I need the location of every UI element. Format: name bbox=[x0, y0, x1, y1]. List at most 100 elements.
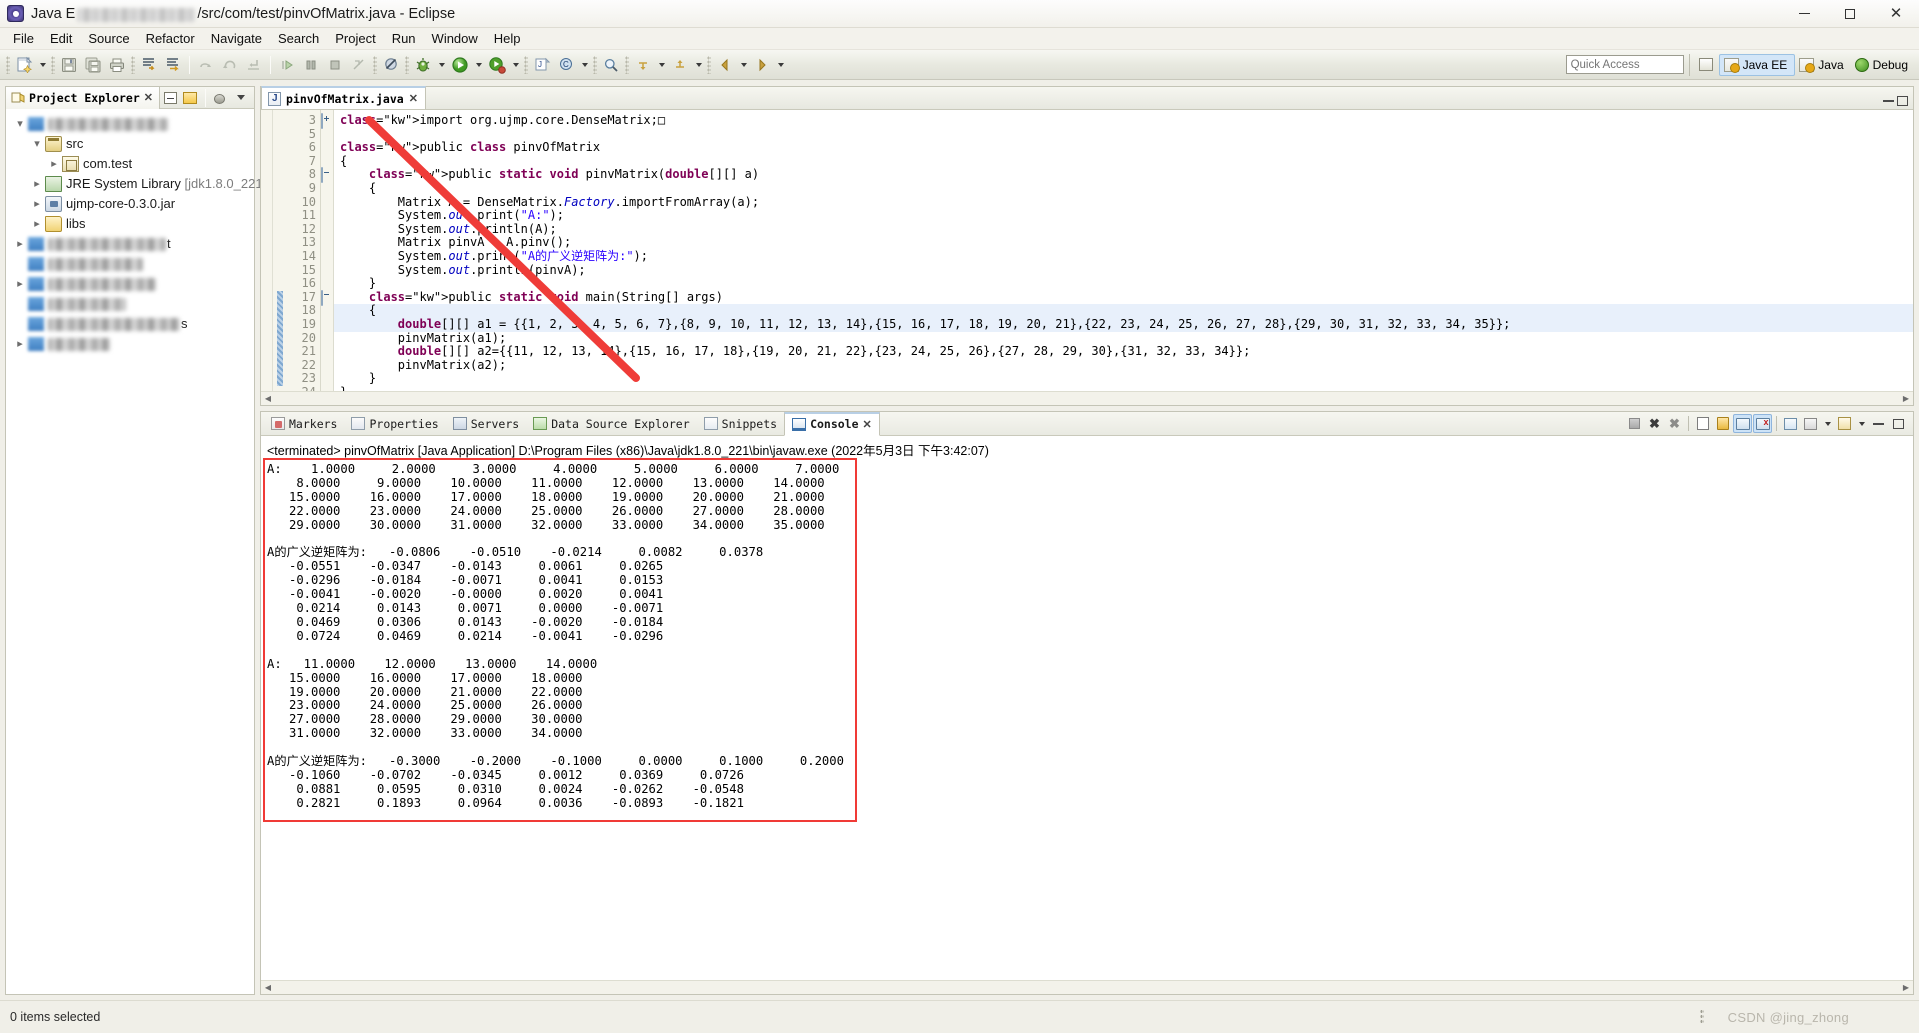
clear-console-button[interactable] bbox=[1693, 414, 1712, 433]
close-icon[interactable]: ✕ bbox=[144, 91, 153, 104]
build-project-button[interactable] bbox=[161, 53, 185, 77]
menu-project[interactable]: Project bbox=[327, 29, 383, 48]
tree-item-src[interactable]: src bbox=[6, 134, 254, 154]
tab-data-source-explorer[interactable]: Data Source Explorer bbox=[526, 412, 696, 436]
folding-ruler[interactable] bbox=[321, 110, 334, 400]
tab-snippets[interactable]: Snippets bbox=[697, 412, 784, 436]
step-return-button[interactable] bbox=[218, 53, 242, 77]
suspend-button[interactable] bbox=[299, 53, 323, 77]
view-menu-button[interactable] bbox=[212, 89, 230, 107]
fold-slot[interactable] bbox=[321, 113, 333, 129]
close-icon[interactable]: ✕ bbox=[863, 418, 872, 431]
view-dropdown-button[interactable] bbox=[232, 89, 250, 107]
step-into-button[interactable] bbox=[242, 53, 266, 77]
menu-refactor[interactable]: Refactor bbox=[138, 29, 203, 48]
new-wizard-dropdown[interactable] bbox=[36, 53, 49, 77]
console-hscrollbar[interactable]: ◀ ▶ bbox=[261, 980, 1913, 994]
code-line[interactable]: double[][] a2={{11, 12, 13, 14},{15, 16,… bbox=[334, 344, 1913, 359]
code-line[interactable]: class="kw">import org.ujmp.core.DenseMat… bbox=[334, 113, 1913, 128]
chevron-right-icon[interactable] bbox=[12, 234, 28, 254]
scroll-right-icon[interactable]: ▶ bbox=[1899, 392, 1913, 405]
maximize-button[interactable] bbox=[1827, 0, 1873, 28]
console-output-area[interactable]: <terminated> pinvOfMatrix [Java Applicat… bbox=[261, 436, 1913, 994]
fold-slot[interactable] bbox=[321, 289, 333, 306]
chevron-right-icon[interactable] bbox=[29, 194, 45, 214]
open-console-button[interactable] bbox=[1835, 414, 1854, 433]
tab-project-explorer[interactable]: Project Explorer ✕ bbox=[6, 86, 160, 109]
new-class-dropdown[interactable] bbox=[578, 53, 591, 77]
scroll-left-icon[interactable]: ◀ bbox=[261, 392, 275, 405]
code-line[interactable]: System.out.print("A:"); bbox=[334, 208, 1913, 223]
new-java-project-button[interactable]: J bbox=[530, 53, 554, 77]
chevron-right-icon[interactable] bbox=[12, 334, 28, 354]
collapse-fold-icon[interactable] bbox=[321, 167, 323, 184]
tree-item-redacted-8[interactable] bbox=[6, 274, 254, 294]
show-console-on-error-button[interactable] bbox=[1753, 414, 1772, 433]
tree-item-redacted-7[interactable] bbox=[6, 254, 254, 274]
code-line[interactable]: } bbox=[334, 372, 1913, 386]
tab-markers[interactable]: Markers bbox=[264, 412, 344, 436]
code-line[interactable]: System.out.println(pinvA); bbox=[334, 263, 1913, 278]
collapse-fold-icon[interactable] bbox=[321, 289, 323, 306]
resume-button[interactable] bbox=[275, 53, 299, 77]
quick-access-input[interactable] bbox=[1565, 55, 1684, 74]
menu-run[interactable]: Run bbox=[384, 29, 424, 48]
close-button[interactable]: ✕ bbox=[1873, 0, 1919, 28]
tab-servers[interactable]: Servers bbox=[446, 412, 526, 436]
code-line[interactable]: Matrix A = DenseMatrix.Factory.importFro… bbox=[334, 195, 1913, 210]
code-line[interactable]: double[][] a1 = {{1, 2, 3, 4, 5, 6, 7},{… bbox=[334, 317, 1913, 332]
disconnect-button[interactable] bbox=[347, 53, 371, 77]
forward-dropdown[interactable] bbox=[774, 53, 787, 77]
code-line[interactable]: Matrix pinvA = A.pinv(); bbox=[334, 236, 1913, 250]
build-all-button[interactable] bbox=[137, 53, 161, 77]
maximize-editor-icon[interactable] bbox=[1897, 96, 1908, 106]
run-dropdown[interactable] bbox=[472, 53, 485, 77]
maximize-console-button[interactable] bbox=[1889, 414, 1908, 433]
toolbar-drag-handle[interactable] bbox=[6, 55, 10, 74]
debug-dropdown[interactable] bbox=[435, 53, 448, 77]
tree-item-redacted-9[interactable] bbox=[6, 294, 254, 314]
scroll-lock-button[interactable] bbox=[1713, 414, 1732, 433]
source-code[interactable]: class="kw">import org.ujmp.core.DenseMat… bbox=[334, 110, 1913, 399]
scroll-left-icon[interactable]: ◀ bbox=[261, 981, 275, 994]
terminate-console-button[interactable] bbox=[1625, 414, 1644, 433]
step-over-button[interactable] bbox=[194, 53, 218, 77]
menu-file[interactable]: File bbox=[5, 29, 42, 48]
open-console-dropdown[interactable] bbox=[1855, 412, 1868, 436]
run-button[interactable] bbox=[448, 53, 472, 77]
code-viewport[interactable]: 356789101112131415161718192021222324 cla… bbox=[261, 110, 1913, 405]
tree-item-jre-system-library[interactable]: JRE System Library [jdk1.8.0_221] bbox=[6, 174, 266, 194]
chevron-right-icon[interactable] bbox=[46, 154, 62, 174]
tree-item-libs[interactable]: libs bbox=[6, 214, 254, 234]
code-line[interactable]: { bbox=[334, 181, 1913, 196]
forward-button[interactable] bbox=[750, 53, 774, 77]
console-hscroll-track[interactable] bbox=[275, 981, 1899, 994]
skip-breakpoints-button[interactable] bbox=[379, 53, 403, 77]
terminate-button[interactable] bbox=[323, 53, 347, 77]
menu-navigate[interactable]: Navigate bbox=[203, 29, 270, 48]
tree-item-redacted-10[interactable]: s bbox=[6, 314, 254, 334]
editor-hscrollbar[interactable]: ◀ ▶ bbox=[261, 391, 1913, 405]
tab-console[interactable]: Console ✕ bbox=[784, 411, 880, 436]
link-with-editor-button[interactable] bbox=[181, 89, 199, 107]
chevron-down-icon[interactable] bbox=[29, 134, 45, 154]
new-class-button[interactable]: C bbox=[554, 53, 578, 77]
minimize-button[interactable] bbox=[1781, 0, 1827, 28]
save-all-button[interactable] bbox=[81, 53, 105, 77]
pin-console-button[interactable] bbox=[1781, 414, 1800, 433]
show-console-on-output-button[interactable] bbox=[1733, 414, 1752, 433]
tree-item-com-test[interactable]: com.test bbox=[6, 154, 254, 174]
new-wizard-button[interactable] bbox=[12, 53, 36, 77]
perspective-java-ee[interactable]: Java EE bbox=[1718, 53, 1796, 76]
next-annotation-dropdown[interactable] bbox=[655, 53, 668, 77]
menu-window[interactable]: Window bbox=[424, 29, 486, 48]
next-annotation-button[interactable] bbox=[631, 53, 655, 77]
display-console-dropdown[interactable] bbox=[1821, 412, 1834, 436]
prev-annotation-button[interactable] bbox=[668, 53, 692, 77]
status-resize-handle[interactable] bbox=[1699, 1009, 1704, 1025]
editor-marker-gutter[interactable] bbox=[261, 110, 273, 400]
run-last-tool-button[interactable] bbox=[485, 53, 509, 77]
print-button[interactable] bbox=[105, 53, 129, 77]
project-tree[interactable]: src com.test JRE System Library [jdk1.8.0_… bbox=[6, 109, 266, 354]
tab-properties[interactable]: Properties bbox=[344, 412, 445, 436]
